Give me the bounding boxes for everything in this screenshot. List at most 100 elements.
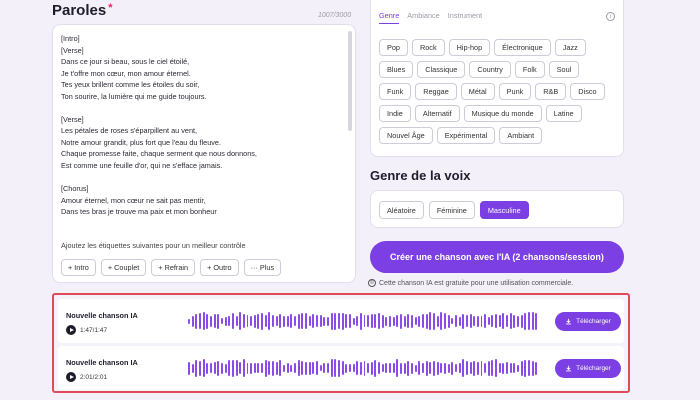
waveform[interactable] xyxy=(188,306,538,336)
genre-chip[interactable]: Jazz xyxy=(554,39,586,56)
wave-bar xyxy=(378,362,381,374)
wave-bar xyxy=(535,361,538,375)
genre-list: Pop Rock Hip-hop Électronique Jazz Blues Class… xyxy=(379,39,615,151)
download-button[interactable]: Télécharger xyxy=(555,312,621,331)
tags-hint: Ajoutez les étiquettes suivantes pour un… xyxy=(61,241,246,250)
voice-options: Aléatoire Féminine Masculine xyxy=(379,201,529,219)
genre-chip[interactable]: Indie xyxy=(379,105,411,122)
lyrics-scrollbar[interactable] xyxy=(348,31,352,131)
genre-chip[interactable]: Rock xyxy=(411,39,445,56)
wave-bar xyxy=(443,362,446,374)
wave-bar xyxy=(242,359,245,377)
voice-female-button[interactable]: Féminine xyxy=(428,201,475,219)
voice-title: Genre de la voix xyxy=(370,168,471,183)
wave-bar xyxy=(308,361,311,375)
wave-bar xyxy=(495,314,498,328)
genre-chip[interactable]: Disco xyxy=(570,83,605,100)
wave-bar xyxy=(422,363,424,373)
wave-bar xyxy=(246,315,249,327)
wave-bar xyxy=(400,313,403,329)
tag-more-button[interactable]: ··· Plus xyxy=(243,259,282,276)
wave-bar xyxy=(385,363,388,373)
genre-chip[interactable]: Alternatif xyxy=(414,105,460,122)
download-button[interactable]: Télécharger xyxy=(555,359,621,378)
genre-chip[interactable]: R&B xyxy=(535,83,567,100)
genre-chip[interactable]: Country xyxy=(469,61,511,78)
wave-bar xyxy=(319,315,322,327)
play-icon[interactable] xyxy=(66,325,76,335)
wave-bar xyxy=(297,313,300,329)
genre-chip[interactable]: Pop xyxy=(379,39,408,56)
genre-chip[interactable]: Expérimental xyxy=(436,127,496,144)
genre-chip[interactable]: Folk xyxy=(514,61,545,78)
genre-chip[interactable]: Latine xyxy=(545,105,582,122)
tag-outro-button[interactable]: + Outro xyxy=(200,259,239,276)
wave-bar xyxy=(264,359,267,377)
genre-chip[interactable]: Ambiant xyxy=(499,127,543,144)
wave-bar xyxy=(531,312,534,330)
wave-bar xyxy=(418,315,421,327)
tab-ambiance[interactable]: Ambiance xyxy=(407,11,439,24)
wave-bar xyxy=(392,316,395,326)
lyrics-textarea[interactable]: [Intro] [Verse] Dans ce jour si beau, so… xyxy=(61,33,343,235)
wave-bar xyxy=(341,312,344,330)
play-icon[interactable] xyxy=(66,372,76,382)
wave-bar xyxy=(462,359,465,377)
waveform[interactable] xyxy=(188,353,538,383)
wave-bar xyxy=(253,363,256,373)
wave-bar xyxy=(451,318,454,324)
tag-couplet-button[interactable]: + Couplet xyxy=(100,259,147,276)
tab-genre[interactable]: Genre xyxy=(379,11,400,24)
wave-bar xyxy=(458,363,461,373)
genre-chip[interactable]: Reggae xyxy=(415,83,457,100)
wave-bar xyxy=(330,312,333,330)
genre-chip[interactable]: Musique du monde xyxy=(463,105,542,122)
tag-intro-button[interactable]: + Intro xyxy=(61,259,96,276)
wave-bar xyxy=(359,312,362,330)
genre-chip[interactable]: Métal xyxy=(460,83,495,100)
genre-chip[interactable]: Nouvel Âge xyxy=(379,127,433,144)
wave-bar xyxy=(195,313,198,329)
song-time: 1:47/1:47 xyxy=(80,327,108,334)
wave-bar xyxy=(520,360,523,376)
song-title: Nouvelle chanson IA xyxy=(66,358,138,367)
genre-chip[interactable]: Hip-hop xyxy=(448,39,491,56)
wave-bar xyxy=(513,314,516,328)
results-panel: Nouvelle chanson IA 1:47/1:47 Télécharge… xyxy=(52,293,630,393)
wave-bar xyxy=(487,360,490,376)
wave-bar xyxy=(374,314,377,328)
wave-bar xyxy=(272,315,275,327)
wave-bar xyxy=(250,362,253,374)
genre-chip[interactable]: Funk xyxy=(379,83,412,100)
wave-bar xyxy=(279,360,282,376)
wave-bar xyxy=(392,363,395,373)
plus-icon: + xyxy=(158,263,163,272)
wave-bar xyxy=(348,364,351,372)
voice-random-button[interactable]: Aléatoire xyxy=(379,201,424,219)
genre-chip[interactable]: Soul xyxy=(548,61,580,78)
wave-bar xyxy=(484,363,487,373)
genre-chip[interactable]: Électronique xyxy=(494,39,551,56)
genre-chip[interactable]: Punk xyxy=(498,83,532,100)
wave-bar xyxy=(319,365,322,371)
wave-bar xyxy=(370,314,373,328)
voice-male-button[interactable]: Masculine xyxy=(479,201,529,219)
wave-bar xyxy=(224,363,227,373)
tag-label: Plus xyxy=(259,263,275,272)
wave-bar xyxy=(209,315,212,327)
tab-instrument[interactable]: Instrument xyxy=(448,11,482,24)
wave-bar xyxy=(261,312,264,330)
wave-bar xyxy=(502,313,505,329)
wave-bar xyxy=(524,312,527,330)
genre-chip[interactable]: Classique xyxy=(417,61,466,78)
wave-bar xyxy=(520,314,523,328)
genre-chip[interactable]: Blues xyxy=(379,61,414,78)
info-icon[interactable]: i xyxy=(606,12,615,21)
tag-refrain-button[interactable]: + Refrain xyxy=(151,259,196,276)
wave-bar xyxy=(337,359,340,377)
commercial-notice: © Cette chanson IA est gratuite pour une… xyxy=(368,279,573,287)
tag-label: Refrain xyxy=(164,263,189,272)
create-song-button[interactable]: Créer une chanson avec l'IA (2 chansons/… xyxy=(370,241,624,273)
wave-bar xyxy=(517,315,520,327)
lyrics-editor[interactable]: [Intro] [Verse] Dans ce jour si beau, so… xyxy=(52,24,356,283)
